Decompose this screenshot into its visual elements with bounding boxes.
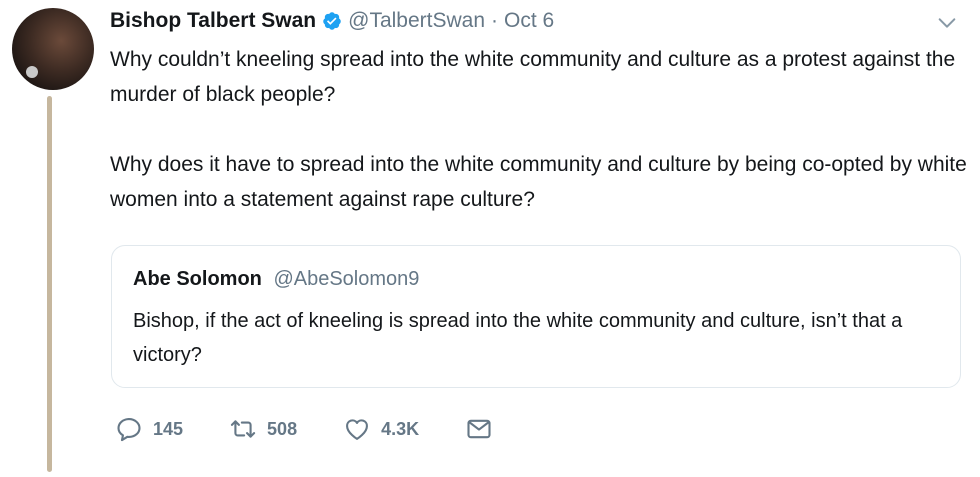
- quoted-author-name: Abe Solomon: [133, 268, 262, 290]
- reply-button[interactable]: 145: [115, 415, 183, 443]
- tweet-date[interactable]: Oct 6: [504, 9, 554, 33]
- thread-line: [47, 96, 52, 472]
- tweet-paragraph-1: Why couldn’t kneeling spread into the wh…: [110, 48, 956, 106]
- message-icon: [467, 419, 491, 439]
- quoted-tweet-text: Bishop, if the act of kneeling is spread…: [133, 310, 903, 366]
- avatar[interactable]: [12, 8, 94, 90]
- tweet-text: Why couldn’t kneeling spread into the wh…: [110, 42, 970, 217]
- microphone-detail: [26, 66, 38, 78]
- separator-dot: ·: [491, 9, 499, 32]
- quoted-tweet[interactable]: Abe Solomon @AbeSolomon9 Bishop, if the …: [111, 245, 961, 388]
- chevron-down-icon[interactable]: [936, 12, 958, 34]
- tweet-actions: 145 508 4.3K: [115, 413, 539, 445]
- retweet-button[interactable]: 508: [229, 415, 297, 443]
- tweet-paragraph-2: Why does it have to spread into the whit…: [110, 153, 967, 211]
- direct-message-button[interactable]: [465, 415, 493, 443]
- tweet-header: Bishop Talbert Swan @TalbertSwan · Oct 6: [110, 6, 554, 36]
- reply-count: 145: [153, 418, 184, 439]
- quoted-author-handle: @AbeSolomon9: [273, 268, 420, 290]
- reply-icon: [117, 418, 141, 442]
- verified-badge-icon: [323, 12, 341, 30]
- retweet-count: 508: [267, 418, 298, 439]
- like-icon: [346, 419, 369, 440]
- like-button[interactable]: 4.3K: [343, 415, 419, 443]
- retweet-icon: [230, 420, 256, 438]
- author-handle[interactable]: @TalbertSwan: [348, 9, 485, 33]
- author-name[interactable]: Bishop Talbert Swan: [110, 9, 316, 33]
- quoted-tweet-header: Abe Solomon @AbeSolomon9: [133, 268, 419, 291]
- like-count: 4.3K: [381, 418, 420, 439]
